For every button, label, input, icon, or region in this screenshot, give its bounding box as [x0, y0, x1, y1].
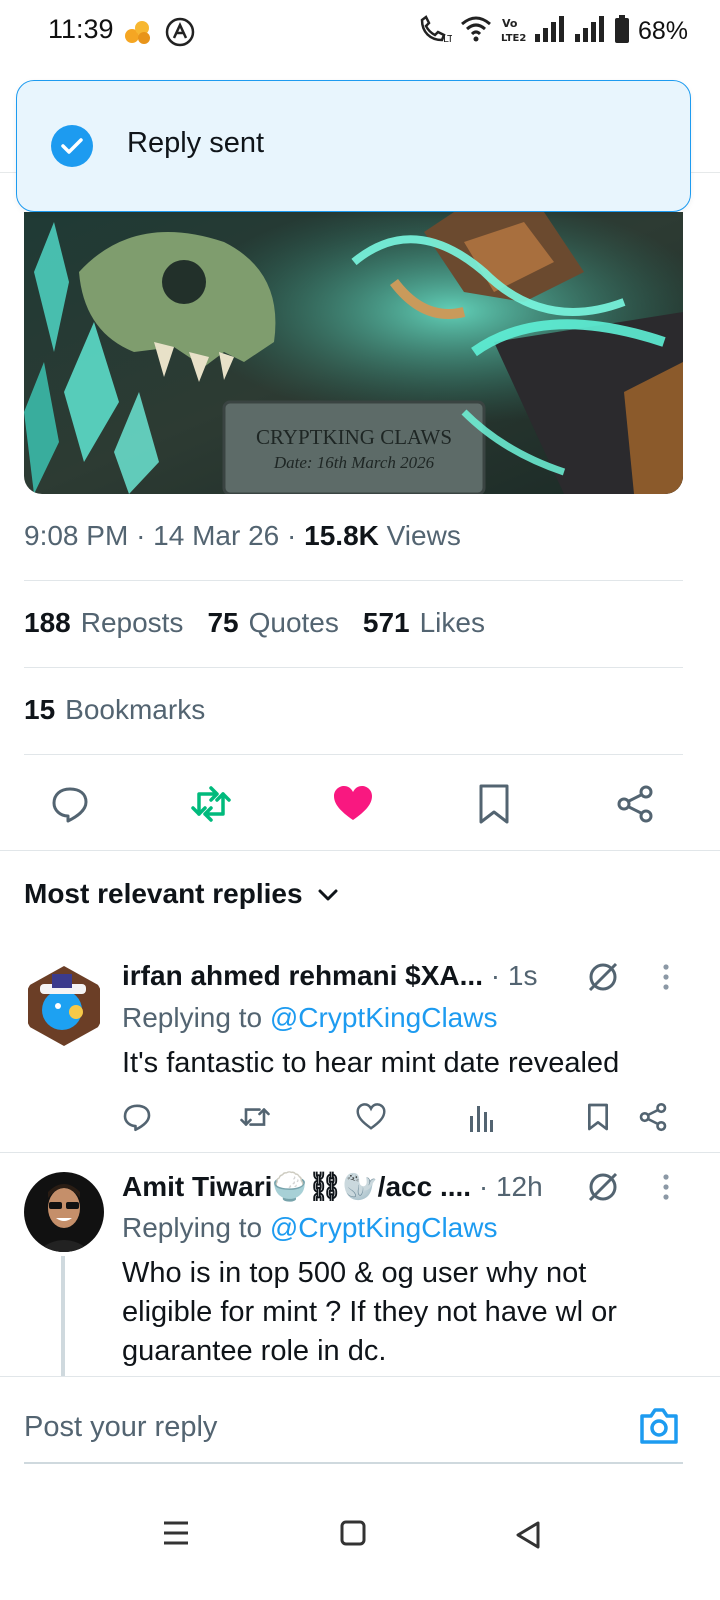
menu-icon[interactable] — [162, 1520, 190, 1551]
assistant-icon — [164, 16, 196, 53]
reposts-stat[interactable]: 188 Reposts — [24, 607, 183, 639]
battery-icon — [614, 15, 630, 48]
reply-icon[interactable] — [122, 1102, 152, 1137]
repost-icon[interactable] — [238, 1102, 272, 1137]
check-circle-icon — [51, 125, 93, 167]
share-icon[interactable] — [611, 780, 659, 828]
reply-text: Who is in top 500 & og user why not elig… — [122, 1257, 617, 1367]
likes-stat[interactable]: 571 Likes — [363, 607, 485, 639]
camera-icon[interactable] — [638, 1407, 680, 1450]
replying-to: Replying to @CryptKingClaws — [122, 1002, 498, 1033]
signal-icon — [534, 16, 566, 47]
views-count: 15.8K — [304, 520, 379, 551]
divider — [24, 580, 683, 581]
analytics-icon[interactable] — [468, 1102, 494, 1137]
media-caption-title: CRYPTKING CLAWS — [256, 425, 452, 449]
battery-percent: 68% — [637, 17, 688, 45]
reply-author[interactable]: Amit Tiwari🍚⛓🦭/acc .... · 12h — [122, 1170, 543, 1203]
reply-sent-toast: Reply sent — [16, 80, 691, 212]
chevron-down-icon — [317, 878, 339, 910]
divider — [0, 1152, 720, 1153]
reply-handle-link[interactable]: @CryptKingClaws — [270, 1212, 498, 1243]
status-bar: 11:39 LTE Vo LTE2 68% — [0, 0, 720, 64]
bookmarks-stat[interactable]: 15 Bookmarks — [24, 694, 205, 726]
signal-icon — [574, 16, 606, 47]
reply-time: · 12h — [478, 1171, 543, 1202]
volte-icon: Vo LTE2 — [500, 14, 526, 49]
post-date: 14 Mar 26 — [153, 520, 280, 551]
grok-icon[interactable] — [586, 1170, 620, 1209]
views-label[interactable]: Views — [387, 520, 461, 551]
share-icon[interactable] — [638, 1102, 668, 1137]
bookmark-icon[interactable] — [470, 780, 518, 828]
toast-message: Reply sent — [127, 127, 265, 159]
avatar[interactable] — [24, 966, 104, 1046]
repost-icon[interactable] — [187, 780, 235, 828]
post-media-image[interactable]: CRYPTKING CLAWS Date: 16th March 2026 — [24, 212, 683, 494]
bookmark-icon[interactable] — [586, 1102, 610, 1137]
reply-time: · 1s — [490, 960, 538, 991]
grok-icon[interactable] — [586, 960, 620, 999]
svg-text:LTE2: LTE2 — [501, 33, 526, 44]
thread-line — [61, 1256, 65, 1376]
avatar[interactable] — [24, 1172, 104, 1252]
replies-sort-dropdown[interactable]: Most relevant replies — [24, 878, 339, 910]
media-caption-date: Date: 16th March 2026 — [273, 453, 435, 472]
composer-underline — [24, 1462, 683, 1464]
divider — [0, 850, 720, 851]
post-actions — [0, 770, 720, 834]
wifi-calling-icon: LTE — [418, 14, 460, 49]
reply-icon[interactable] — [46, 780, 94, 828]
reply-handle-link[interactable]: @CryptKingClaws — [270, 1002, 498, 1033]
replies-sort-label: Most relevant replies — [24, 878, 303, 909]
divider — [24, 754, 683, 755]
post-stats: 188 Reposts 75 Quotes 571 Likes — [24, 607, 485, 639]
system-nav-bar — [0, 1480, 720, 1600]
replying-to: Replying to @CryptKingClaws — [122, 1212, 498, 1243]
divider — [24, 667, 683, 668]
wifi-icon — [460, 15, 492, 48]
reply-text: It's fantastic to hear mint date reveale… — [122, 1047, 620, 1079]
post-timestamp: 9:08 PM · 14 Mar 26 · 15.8K Views — [24, 520, 461, 551]
quotes-stat[interactable]: 75 Quotes — [207, 607, 338, 639]
svg-text:LTE: LTE — [443, 34, 452, 44]
reply-composer[interactable]: Post your reply — [0, 1376, 720, 1468]
game-notification-icon — [122, 16, 154, 53]
status-time: 11:39 — [48, 14, 114, 44]
svg-text:Vo: Vo — [502, 17, 518, 30]
back-icon[interactable] — [514, 1520, 542, 1555]
more-options-icon[interactable] — [660, 962, 672, 997]
more-options-icon[interactable] — [660, 1172, 672, 1207]
home-icon[interactable] — [340, 1520, 366, 1551]
like-icon[interactable] — [329, 780, 377, 828]
like-icon[interactable] — [356, 1103, 386, 1136]
reply-input[interactable]: Post your reply — [24, 1411, 217, 1444]
post-time: 9:08 PM — [24, 520, 129, 551]
reply-author[interactable]: irfan ahmed rehmani $XA... · 1s — [122, 960, 537, 992]
